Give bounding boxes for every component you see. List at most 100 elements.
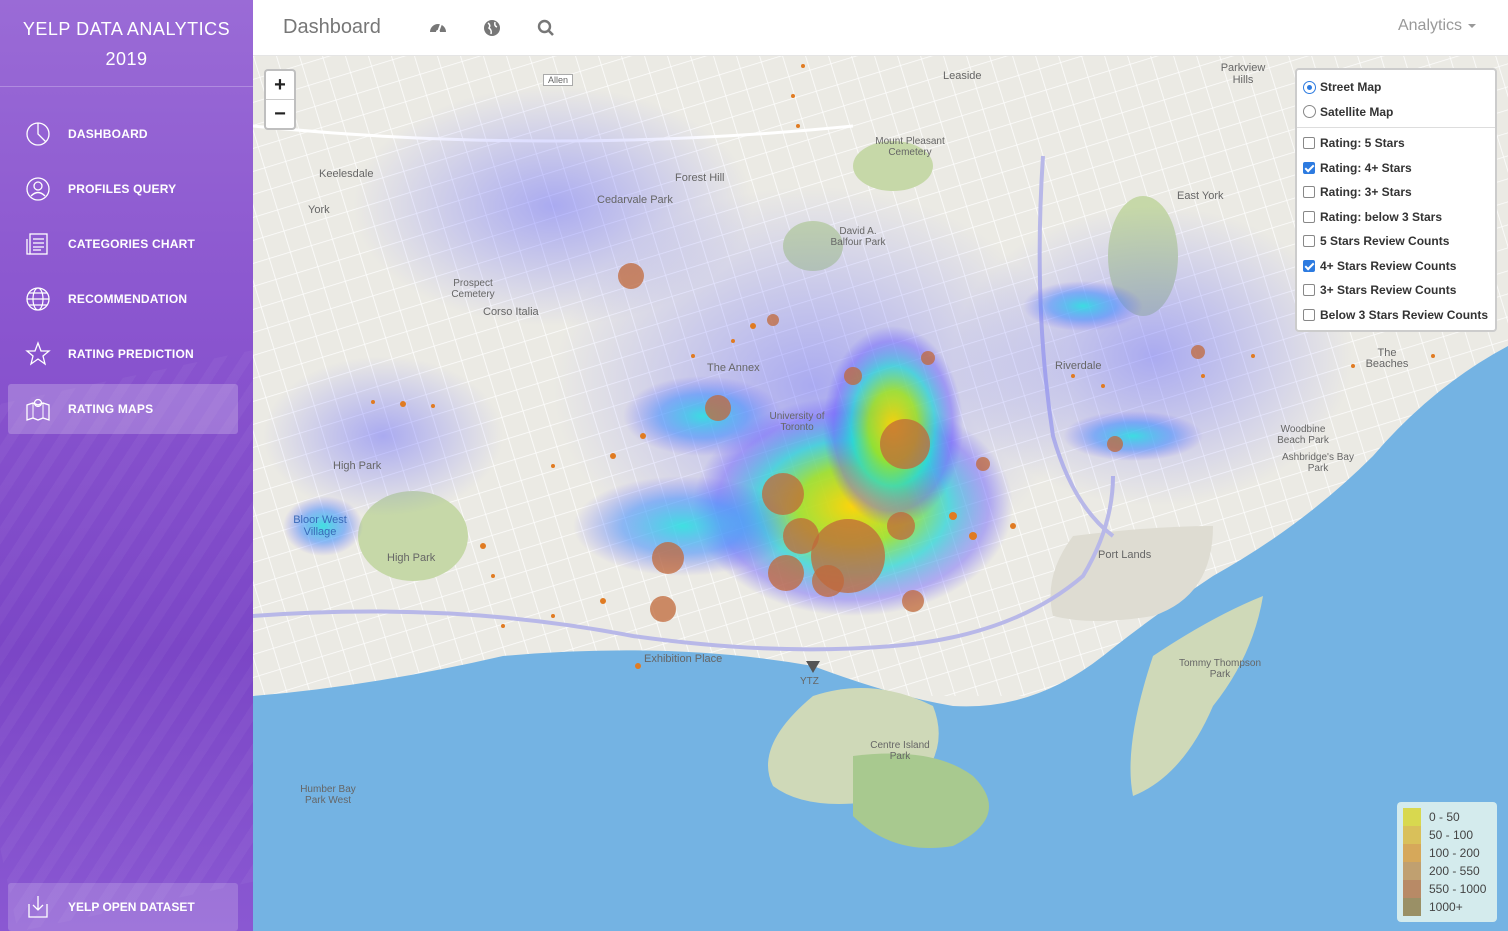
- overlay-label: 5 Stars Review Counts: [1320, 234, 1450, 249]
- search-icon[interactable]: [533, 15, 559, 41]
- map-label-prospect-cemetery: Prospect Cemetery: [451, 278, 495, 300]
- overlay-below-3-stars-review-counts[interactable]: Below 3 Stars Review Counts: [1303, 303, 1489, 328]
- checkbox[interactable]: [1303, 161, 1315, 174]
- overlay-rating-5-stars[interactable]: Rating: 5 Stars: [1303, 131, 1489, 156]
- newspaper-icon: [24, 230, 52, 258]
- base-layer-satellite-map[interactable]: Satellite Map: [1303, 100, 1489, 125]
- sidebar-item-label: RATING MAPS: [68, 402, 154, 416]
- dashboard-pie-icon: [24, 120, 52, 148]
- sidebar-item-rating-prediction[interactable]: RATING PREDICTION: [8, 329, 238, 379]
- base-layer-label: Satellite Map: [1320, 104, 1394, 119]
- map-icon: [24, 395, 52, 423]
- brand-title: YELP DATA ANALYTICS: [22, 19, 231, 39]
- base-layer-label: Street Map: [1320, 80, 1382, 95]
- sidebar-item-label: YELP OPEN DATASET: [68, 900, 195, 914]
- checkbox[interactable]: [1303, 308, 1315, 321]
- overlay-label: Below 3 Stars Review Counts: [1320, 307, 1489, 322]
- rating-map[interactable]: Allen Leaside Parkview Hills Mount Pleas…: [253, 56, 1508, 931]
- map-label-david-balfour-park: David A. Balfour Park: [830, 226, 886, 248]
- sidebar-item-profiles-query[interactable]: PROFILES QUERY: [8, 164, 238, 214]
- sidebar-item-label: RATING PREDICTION: [68, 347, 194, 361]
- legend-label: 0 - 50: [1429, 810, 1460, 824]
- legend-swatch: [1403, 844, 1421, 862]
- sidebar-item-label: DASHBOARD: [68, 127, 148, 141]
- overlay-rating-3-plus-stars[interactable]: Rating: 3+ Stars: [1303, 180, 1489, 205]
- legend-swatch: [1403, 880, 1421, 898]
- star-icon: [24, 340, 52, 368]
- overlay-label: Rating: 3+ Stars: [1320, 185, 1412, 200]
- checkbox[interactable]: [1303, 235, 1315, 248]
- sidebar-item-categories-chart[interactable]: CATEGORIES CHART: [8, 219, 238, 269]
- map-label-university-of-toronto: University of Toronto: [769, 411, 825, 433]
- analytics-menu[interactable]: Analytics: [1398, 17, 1476, 35]
- overlay-5-stars-review-counts[interactable]: 5 Stars Review Counts: [1303, 229, 1489, 254]
- topbar: Dashboard Analytics: [253, 0, 1508, 56]
- checkbox[interactable]: [1303, 186, 1315, 199]
- legend-label: 50 - 100: [1429, 828, 1474, 842]
- overlay-label: Rating: below 3 Stars: [1320, 209, 1443, 224]
- map-label-centre-island-park: Centre Island Park: [870, 740, 930, 762]
- legend-row: 550 - 1000: [1403, 880, 1491, 898]
- map-label-cedarvale-park: Cedarvale Park: [597, 194, 673, 206]
- layer-control: Street Map Satellite Map Rating: 5 Stars…: [1295, 68, 1497, 332]
- speedometer-icon[interactable]: [425, 15, 451, 41]
- map-label-york: York: [308, 204, 330, 216]
- layer-separator: [1297, 127, 1495, 128]
- legend-label: 1000+: [1429, 900, 1463, 914]
- user-icon: [24, 175, 52, 203]
- radio-button[interactable]: [1303, 80, 1316, 94]
- legend-swatch: [1403, 826, 1421, 844]
- globe-icon[interactable]: [479, 15, 505, 41]
- map-label-corso-italia: Corso Italia: [483, 306, 539, 318]
- legend-row: 100 - 200: [1403, 844, 1491, 862]
- legend-row: 1000+: [1403, 898, 1491, 916]
- sidebar-item-yelp-open-dataset[interactable]: YELP OPEN DATASET: [8, 883, 238, 931]
- legend-swatch: [1403, 862, 1421, 880]
- sidebar-item-recommendation[interactable]: RECOMMENDATION: [8, 274, 238, 324]
- legend-row: 50 - 100: [1403, 826, 1491, 844]
- radio-button[interactable]: [1303, 105, 1316, 119]
- overlay-label: Rating: 4+ Stars: [1320, 160, 1412, 175]
- map-label-keelesdale: Keelesdale: [319, 168, 374, 180]
- zoom-control: + −: [264, 69, 296, 130]
- map-label-ashbridges-bay-park: Ashbridge's Bay Park: [1282, 452, 1354, 474]
- checkbox[interactable]: [1303, 259, 1315, 272]
- map-label-woodbine-beach-park: Woodbine Beach Park: [1277, 424, 1329, 446]
- overlay-rating-4-plus-stars[interactable]: Rating: 4+ Stars: [1303, 156, 1489, 181]
- legend-row: 0 - 50: [1403, 808, 1491, 826]
- base-layer-street-map[interactable]: Street Map: [1303, 75, 1489, 100]
- map-label-ytz: YTZ: [800, 676, 819, 687]
- legend-label: 550 - 1000: [1429, 882, 1487, 896]
- map-label-exhibition-place: Exhibition Place: [644, 653, 723, 665]
- map-label-tommy-thompson-park: Tommy Thompson Park: [1178, 658, 1262, 680]
- sidebar-item-label: CATEGORIES CHART: [68, 237, 195, 251]
- overlay-4-plus-stars-review-counts[interactable]: 4+ Stars Review Counts: [1303, 254, 1489, 279]
- overlay-rating-below-3-stars[interactable]: Rating: below 3 Stars: [1303, 205, 1489, 230]
- checkbox[interactable]: [1303, 210, 1315, 223]
- map-label-the-annex: The Annex: [707, 362, 760, 374]
- sidebar-item-label: RECOMMENDATION: [68, 292, 188, 306]
- map-label-humber-bay-park-west: Humber Bay Park West: [300, 784, 356, 806]
- brand-year: 2019: [105, 49, 148, 69]
- map-label-port-lands: Port Lands: [1098, 549, 1152, 561]
- caret-down-icon: [1468, 23, 1476, 28]
- overlay-3-plus-stars-review-counts[interactable]: 3+ Stars Review Counts: [1303, 278, 1489, 303]
- map-label-east-york: East York: [1177, 190, 1224, 202]
- sidebar-item-rating-maps[interactable]: RATING MAPS: [8, 384, 238, 434]
- zoom-out-button[interactable]: −: [266, 100, 294, 129]
- analytics-menu-label: Analytics: [1397, 17, 1462, 34]
- map-label-bloor-west-village: Bloor West Village: [293, 514, 347, 538]
- checkbox[interactable]: [1303, 284, 1315, 297]
- overlay-label: 4+ Stars Review Counts: [1320, 258, 1457, 273]
- map-label-allen: Allen: [543, 74, 574, 86]
- map-legend: 0 - 50 50 - 100 100 - 200 200 - 550 550 …: [1397, 802, 1497, 922]
- overlay-label: 3+ Stars Review Counts: [1320, 283, 1457, 298]
- sidebar-item-dashboard[interactable]: DASHBOARD: [8, 109, 238, 159]
- globe-icon: [24, 285, 52, 313]
- legend-label: 200 - 550: [1429, 864, 1480, 878]
- sidebar-item-label: PROFILES QUERY: [68, 182, 177, 196]
- map-label-high-park: High Park: [387, 552, 436, 564]
- map-label-mount-pleasant-cemetery: Mount Pleasant Cemetery: [875, 136, 945, 158]
- zoom-in-button[interactable]: +: [266, 71, 294, 100]
- checkbox[interactable]: [1303, 137, 1315, 150]
